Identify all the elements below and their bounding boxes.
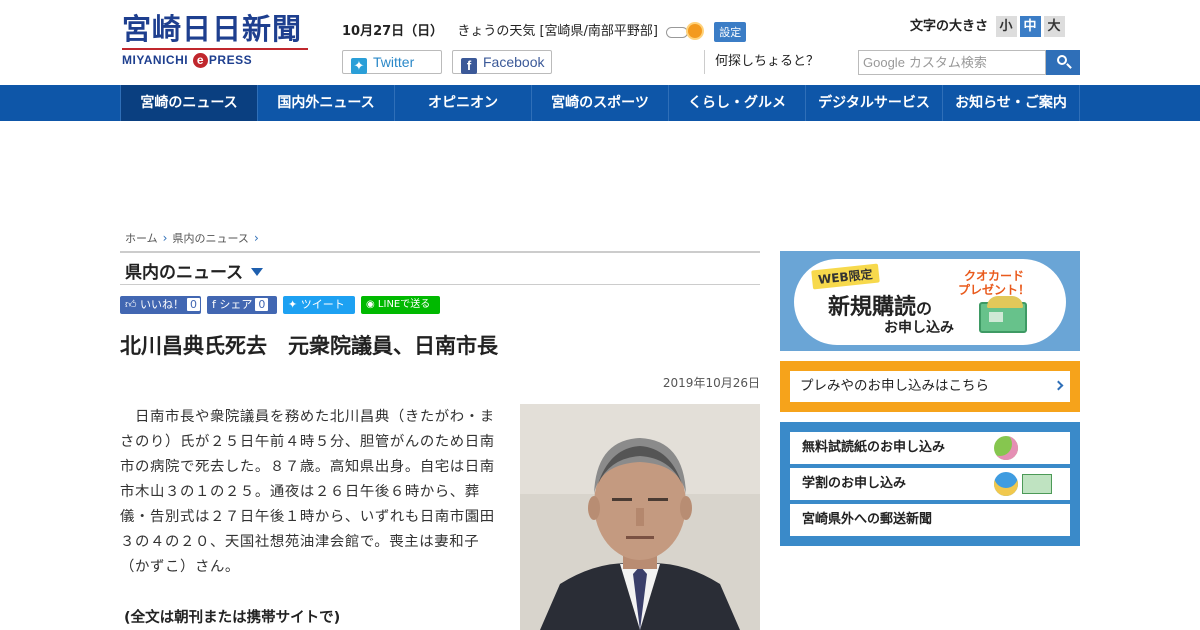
cloud-icon [666,26,689,38]
banner-quo-2: プレゼント！ [958,283,1031,297]
facebook-share-button[interactable]: f シェア 0 [207,296,277,314]
facebook-label: Facebook [483,54,545,70]
line-label: LINEで送る [377,299,431,310]
facebook-icon: f [461,58,477,74]
logo-subtitle: MIYANICHI e PRESS [122,53,312,68]
fb-share-label: シェア [219,298,253,311]
hat-icon [987,296,1023,308]
main-nav: 宮崎のニュース 国内外ニュース オピニオン 宮崎のスポーツ くらし・グルメ デジ… [0,85,1200,121]
mail-delivery-link[interactable]: 宮崎県外への郵送新聞 [790,504,1070,536]
fb-share-count: 0 [255,298,269,311]
premiyaya-label: プレみやのお申し込みはこちら [800,378,989,394]
article-body: 日南市長や衆院議員を務めた北川昌典（きたがわ・まさのり）氏が２５日午前４時５分、… [120,409,495,575]
article-photo [520,404,760,630]
article-title: 北川昌典氏死去 元衆院議員、日南市長 [120,334,498,358]
search-icon-handle [1066,63,1072,69]
font-size-large-button[interactable]: 大 [1043,16,1065,37]
tweet-label: ツイート [300,298,345,311]
free-trial-label: 無料試読紙のお申し込み [802,440,946,455]
tweet-button[interactable]: ✦ ツイート [283,296,355,314]
google-label: Google [863,55,905,70]
nav-item-opinion[interactable]: オピニオン [395,85,532,121]
section-title[interactable]: 県内のニュース [125,258,264,283]
chevron-right-icon: › [253,231,259,245]
twitter-icon: ✦ [351,58,367,74]
subscription-banner[interactable]: WEB限定 新規購読の お申し込み クオカード プレゼント！ [780,251,1080,351]
student-discount-label: 学割のお申し込み [802,476,907,491]
search-button[interactable] [1046,50,1080,75]
chevron-right-icon: › [162,231,168,245]
nav-item-domestic-world-news[interactable]: 国内外ニュース [258,85,395,121]
weather-setting-button[interactable]: 設定 [714,21,747,42]
facebook-button[interactable]: f Facebook [452,50,552,74]
mascot-icon [994,436,1018,460]
thumbs-up-icon: 👍︎ [125,298,137,311]
search-prompt: 何探しちょると？ [704,50,819,74]
banner-quo-1: クオカード [964,269,1025,283]
banner-no: の [916,299,933,318]
breadcrumb: ホーム › 県内のニュース › [125,230,264,246]
breadcrumb-home[interactable]: ホーム [125,232,158,245]
article-date: 2019年10月26日 [662,376,760,390]
sun-icon [688,23,703,38]
font-size-medium-button[interactable]: 中 [1019,16,1041,37]
portrait-photo [520,404,760,630]
date-weather-line: 10月27日（日） きょうの天気 [宮崎県/南部平野部] 設定 [342,20,747,42]
logo-underline [122,48,308,50]
logo-e-mark: e [192,53,208,68]
like-count: 0 [187,298,200,311]
nav-item-sports[interactable]: 宮崎のスポーツ [532,85,669,121]
twitter-button[interactable]: ✦ Twitter [342,50,442,74]
logo-sub-left: MIYANICHI [122,53,189,67]
nav-item-digital-services[interactable]: デジタルサービス [806,85,943,121]
font-size-selector: 文字の大きさ 小中大 [910,15,1065,37]
section-header: 県内のニュース [120,251,760,285]
section-title-text: 県内のニュース [125,263,244,283]
cloudy-then-sunny-icon [666,22,704,42]
font-size-small-button[interactable]: 小 [995,16,1017,37]
nav-item-life-gourmet[interactable]: くらし・グルメ [669,85,806,121]
nav-item-miyazaki-news[interactable]: 宮崎のニュース [120,85,258,121]
search-input[interactable]: Google カスタム検索 [858,50,1046,75]
twitter-label: Twitter [373,54,415,70]
mail-delivery-label: 宮崎県外への郵送新聞 [802,512,933,527]
font-size-label: 文字の大きさ [910,19,989,34]
like-label: いいね！ [140,298,184,311]
article-more-note: (全文は朝刊または携帯サイトで) [124,610,341,626]
weather-text[interactable]: きょうの天気 [宮崎県/南部平野部] [457,24,658,39]
logo-title: 宮崎日日新聞 [122,12,303,46]
twitter-icon: ✦ [288,298,298,311]
free-trial-link[interactable]: 無料試読紙のお申し込み [790,432,1070,464]
logo-sub-right: PRESS [208,53,253,67]
premiyaya-link[interactable]: プレみやのお申し込みはこちら [790,371,1070,402]
line-icon: ◉ [366,299,375,310]
banner-quo: クオカード プレゼント！ [958,269,1030,297]
search-placeholder: カスタム検索 [908,56,987,71]
current-date: 10月27日（日） [342,24,444,39]
breadcrumb-prefecture-news[interactable]: 県内のニュース [172,232,248,245]
nav-item-info[interactable]: お知らせ・ご案内 [943,85,1080,121]
school-building-icon [1022,474,1052,494]
site-header: 宮崎日日新聞 MIYANICHI e PRESS 10月27日（日） きょうの天気… [0,0,1200,85]
student-discount-link[interactable]: 学割のお申し込み [790,468,1070,500]
like-button[interactable]: 👍︎ いいね！ 0 [120,296,201,314]
subscription-links-box: 無料試読紙のお申し込み 学割のお申し込み 宮崎県外への郵送新聞 [780,422,1080,546]
banner-small: お申し込み [884,320,954,336]
site-logo[interactable]: 宮崎日日新聞 MIYANICHI e PRESS [122,12,312,72]
premiyaya-box: プレみやのお申し込みはこちら [780,361,1080,412]
caret-down-icon [251,268,264,276]
facebook-icon: f [212,298,216,311]
chevron-right-icon [1053,380,1064,391]
line-share-button[interactable]: ◉ LINEで送る [361,296,440,314]
mascot-bird-icon [994,472,1018,496]
